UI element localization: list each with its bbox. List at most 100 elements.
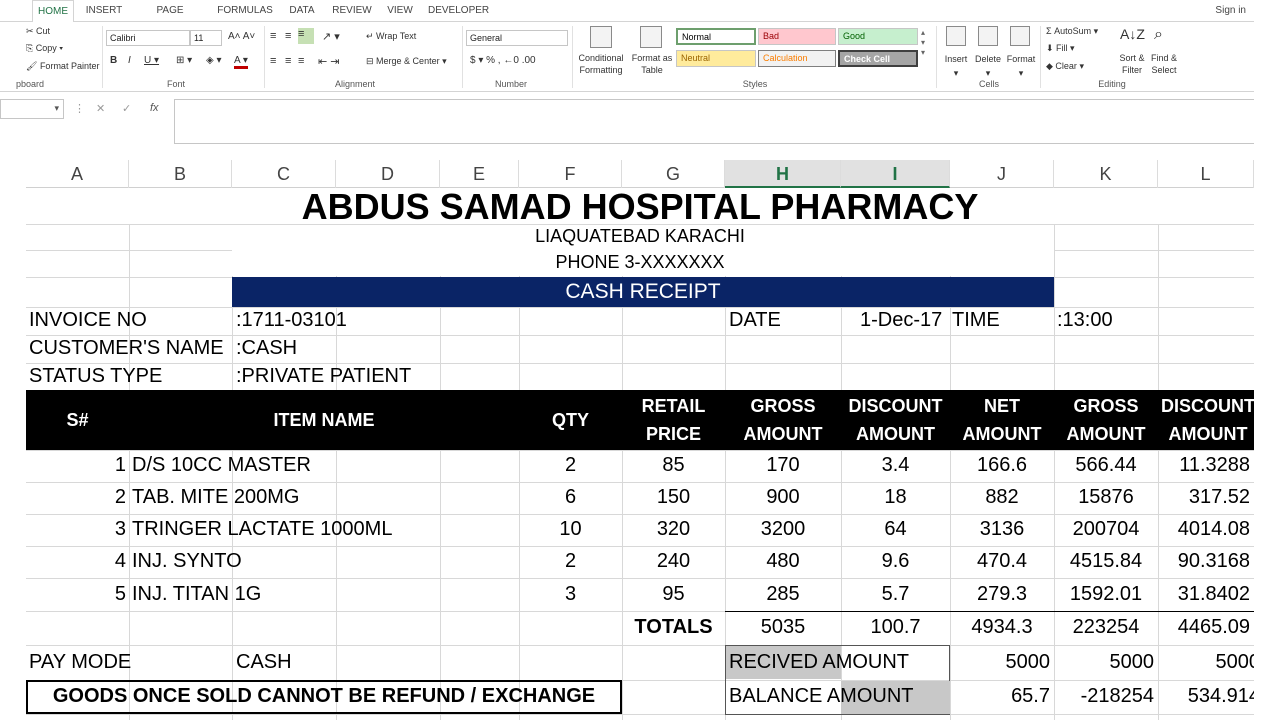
cell-net[interactable]: 882	[950, 486, 1054, 509]
tab-data[interactable]: DATA	[284, 0, 320, 22]
cell-item[interactable]: TAB. MITE 200MG	[132, 486, 299, 509]
cell-gross[interactable]: 480	[725, 550, 841, 573]
cell-item[interactable]: INJ. SYNTO	[132, 550, 242, 573]
formula-input[interactable]	[174, 99, 1254, 144]
received-l[interactable]: 5000	[1158, 651, 1255, 674]
cell-discount[interactable]: 64	[841, 518, 950, 541]
orientation-icon[interactable]: ↗ ▾	[322, 30, 340, 43]
cell-l[interactable]: 4014.08	[1158, 518, 1250, 541]
cell-sno[interactable]: 2	[26, 486, 126, 509]
cell-k[interactable]: 4515.84	[1054, 550, 1158, 573]
format-cells-button[interactable]: Format ▾	[1004, 52, 1038, 80]
cell-sno[interactable]: 5	[26, 583, 126, 606]
cell-k[interactable]: 1592.01	[1054, 583, 1158, 606]
cell-qty[interactable]: 3	[519, 583, 622, 606]
balance-k[interactable]: -218254	[1054, 685, 1154, 708]
top-align-icon[interactable]: ≡	[270, 30, 276, 42]
cell-price[interactable]: 150	[622, 486, 725, 509]
cell-price[interactable]: 320	[622, 518, 725, 541]
column-header-l[interactable]: L	[1158, 160, 1254, 188]
cell-price[interactable]: 95	[622, 583, 725, 606]
cell-discount[interactable]: 9.6	[841, 550, 950, 573]
column-header-c[interactable]: C	[232, 160, 336, 188]
column-header-e[interactable]: E	[440, 160, 519, 188]
underline-icon[interactable]: U ▾	[144, 55, 159, 66]
cell-discount[interactable]: 18	[841, 486, 950, 509]
conditional-formatting-button[interactable]: Conditional Formatting	[574, 52, 628, 76]
cell-gross[interactable]: 900	[725, 486, 841, 509]
cell-item[interactable]: INJ. TITAN 1G	[132, 583, 261, 606]
column-header-k[interactable]: K	[1054, 160, 1158, 188]
cell-gross[interactable]: 285	[725, 583, 841, 606]
cell-gross[interactable]: 170	[725, 454, 841, 477]
bottom-align-icon[interactable]: ≡	[298, 28, 314, 44]
format-painter-button[interactable]: 🖌 Format Painter	[26, 61, 99, 72]
total-discount[interactable]: 100.7	[841, 616, 950, 639]
enter-icon[interactable]: ✓	[122, 102, 131, 115]
cell-k[interactable]: 15876	[1054, 486, 1158, 509]
cancel-icon[interactable]: ✕	[96, 102, 105, 115]
cut-button[interactable]: ✂ Cut	[26, 26, 50, 37]
bold-icon[interactable]: B	[110, 55, 117, 66]
currency-icon[interactable]: $ ▾ % , ←0 .00	[470, 55, 536, 66]
cell-net[interactable]: 279.3	[950, 583, 1054, 606]
indent-icon[interactable]: ⇤ ⇥	[318, 55, 340, 68]
fill-color-icon[interactable]: ◈ ▾	[206, 55, 222, 66]
pay-mode-value[interactable]: CASH	[236, 651, 292, 674]
delete-cells-button[interactable]: Delete ▾	[972, 52, 1004, 80]
style-normal[interactable]: Normal	[676, 28, 756, 45]
style-bad[interactable]: Bad	[758, 28, 836, 45]
column-header-i[interactable]: I	[841, 160, 950, 188]
cell-discount[interactable]: 5.7	[841, 583, 950, 606]
tab-developer[interactable]: DEVELOPER	[428, 0, 489, 22]
column-header-h[interactable]: H	[725, 160, 841, 188]
cell-sno[interactable]: 1	[26, 454, 126, 477]
cell-item[interactable]: D/S 10CC MASTER	[132, 454, 311, 477]
cell-net[interactable]: 166.6	[950, 454, 1054, 477]
balance-j[interactable]: 65.7	[950, 685, 1050, 708]
number-format-dropdown[interactable]: General	[466, 30, 568, 46]
cell-net[interactable]: 3136	[950, 518, 1054, 541]
cell-k[interactable]: 566.44	[1054, 454, 1158, 477]
name-box[interactable]: ▾	[0, 99, 64, 119]
style-calculation[interactable]: Calculation	[758, 50, 836, 67]
cell-l[interactable]: 90.3168	[1158, 550, 1250, 573]
sign-in-link[interactable]: Sign in	[1215, 0, 1246, 22]
tab-review[interactable]: REVIEW	[330, 0, 374, 22]
cell-gross[interactable]: 3200	[725, 518, 841, 541]
total-net[interactable]: 4934.3	[950, 616, 1054, 639]
cell-price[interactable]: 85	[622, 454, 725, 477]
tab-insert[interactable]: INSERT	[84, 0, 124, 22]
cell-price[interactable]: 240	[622, 550, 725, 573]
style-neutral[interactable]: Neutral	[676, 50, 756, 67]
tab-home[interactable]: HOME	[32, 0, 74, 23]
column-header-d[interactable]: D	[336, 160, 440, 188]
format-as-table-button[interactable]: Format as Table	[630, 52, 674, 76]
cell-qty[interactable]: 2	[519, 454, 622, 477]
tab-formulas[interactable]: FORMULAS	[216, 0, 274, 22]
style-check-cell[interactable]: Check Cell	[838, 50, 918, 67]
cell-sno[interactable]: 4	[26, 550, 126, 573]
grow-font-icon[interactable]: A˄ A˅	[228, 31, 255, 42]
fill-button[interactable]: ⬇ Fill ▾	[1046, 43, 1075, 54]
total-gross[interactable]: 5035	[725, 616, 841, 639]
tab-page-layout[interactable]: PAGE LAYOUT	[136, 0, 204, 38]
copy-button[interactable]: ⎘ Copy ▾	[26, 43, 63, 54]
cell-l[interactable]: 317.52	[1158, 486, 1250, 509]
style-good[interactable]: Good	[838, 28, 918, 45]
cell-qty[interactable]: 10	[519, 518, 622, 541]
cell-sno[interactable]: 3	[26, 518, 126, 541]
received-k[interactable]: 5000	[1054, 651, 1155, 674]
worksheet[interactable]: ABDUS SAMAD HOSPITAL PHARMACY LIAQUATEBA…	[26, 188, 1254, 720]
font-color-icon[interactable]: A ▾	[234, 55, 248, 69]
total-l[interactable]: 4465.09	[1158, 616, 1250, 639]
column-header-b[interactable]: B	[129, 160, 232, 188]
font-name-dropdown[interactable]: Calibri	[106, 30, 190, 46]
font-size-dropdown[interactable]: 11	[190, 30, 222, 46]
received-j[interactable]: 5000	[950, 651, 1051, 674]
cell-qty[interactable]: 2	[519, 550, 622, 573]
cell-item[interactable]: TRINGER LACTATE 1000ML	[132, 518, 392, 541]
cell-net[interactable]: 470.4	[950, 550, 1054, 573]
cell-qty[interactable]: 6	[519, 486, 622, 509]
align-left-icon[interactable]: ≡	[270, 55, 276, 67]
